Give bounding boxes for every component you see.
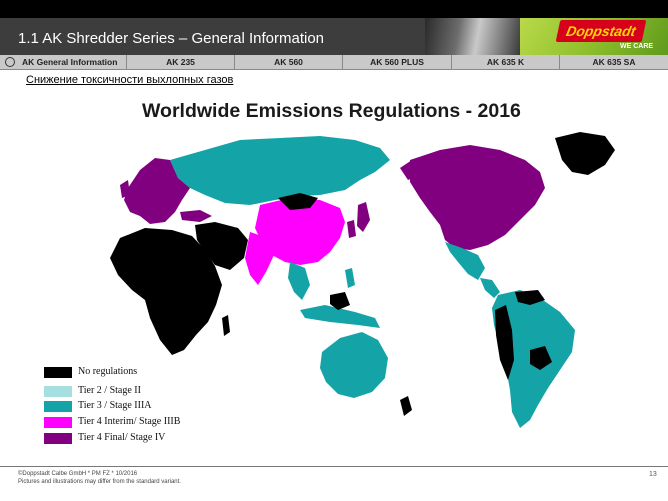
legend-swatch bbox=[44, 401, 72, 412]
legend-swatch bbox=[44, 433, 72, 444]
tab-label: AK 635 SA bbox=[592, 57, 636, 67]
region-uk bbox=[120, 180, 130, 198]
footer-text: ©Doppstadt Calbe GmbH * PM FZ * 10/2016 … bbox=[18, 470, 181, 486]
region-korea bbox=[347, 220, 356, 238]
tab-general-information[interactable]: AK General Information bbox=[0, 55, 126, 69]
doppstadt-logo: Doppstadt bbox=[555, 20, 647, 42]
footer-line-2: Pictures and illustrations may differ fr… bbox=[18, 479, 181, 485]
legend-label: Tier 3 / Stage IIIA bbox=[78, 400, 152, 411]
tab-ak-560[interactable]: AK 560 bbox=[234, 55, 342, 69]
top-band bbox=[0, 0, 668, 18]
tab-label: AK 560 bbox=[274, 57, 303, 67]
region-new-zealand bbox=[400, 396, 412, 416]
tab-bar: AK General Information AK 235 AK 560 AK … bbox=[0, 55, 668, 70]
region-madagascar bbox=[222, 315, 230, 336]
legend-swatch bbox=[44, 386, 72, 397]
region-philippines bbox=[345, 268, 355, 288]
header-photo bbox=[425, 18, 520, 55]
region-australia bbox=[320, 332, 388, 398]
tab-label: AK 560 PLUS bbox=[370, 57, 424, 67]
region-greenland bbox=[555, 132, 615, 175]
region-russia bbox=[170, 136, 390, 205]
tab-ak-560-plus[interactable]: AK 560 PLUS bbox=[342, 55, 451, 69]
legend-label: Tier 2 / Stage II bbox=[78, 385, 141, 396]
page-number: 13 bbox=[649, 471, 657, 478]
slide-subtitle: Снижение токсичности выхлопных газов bbox=[26, 74, 234, 86]
tab-ak-635-k[interactable]: AK 635 K bbox=[451, 55, 559, 69]
legend-label: Tier 4 Interim/ Stage IIIB bbox=[78, 416, 181, 427]
tab-label: AK General Information bbox=[22, 57, 118, 67]
legend-label: No regulations bbox=[78, 366, 138, 377]
title-bar: 1.1 AK Shredder Series – General Informa… bbox=[0, 18, 425, 55]
legend-swatch bbox=[44, 417, 72, 428]
legend-swatch bbox=[44, 367, 72, 378]
footer-divider bbox=[0, 466, 668, 467]
tab-label: AK 635 K bbox=[486, 57, 525, 67]
footer-line-1: ©Doppstadt Calbe GmbH * PM FZ * 10/2016 bbox=[18, 471, 138, 477]
region-central-america bbox=[480, 278, 500, 298]
slogan: WE CARE bbox=[620, 43, 654, 50]
region-turkey bbox=[180, 210, 212, 222]
tab-ak-235[interactable]: AK 235 bbox=[126, 55, 234, 69]
tab-ak-635-sa[interactable]: AK 635 SA bbox=[559, 55, 668, 69]
info-icon bbox=[5, 57, 15, 67]
region-indochina bbox=[288, 262, 310, 300]
region-japan bbox=[357, 202, 370, 232]
region-north-america bbox=[410, 145, 545, 250]
page-title: 1.1 AK Shredder Series – General Informa… bbox=[18, 30, 325, 47]
tab-label: AK 235 bbox=[166, 57, 195, 67]
legend-label: Tier 4 Final/ Stage IV bbox=[78, 432, 166, 443]
